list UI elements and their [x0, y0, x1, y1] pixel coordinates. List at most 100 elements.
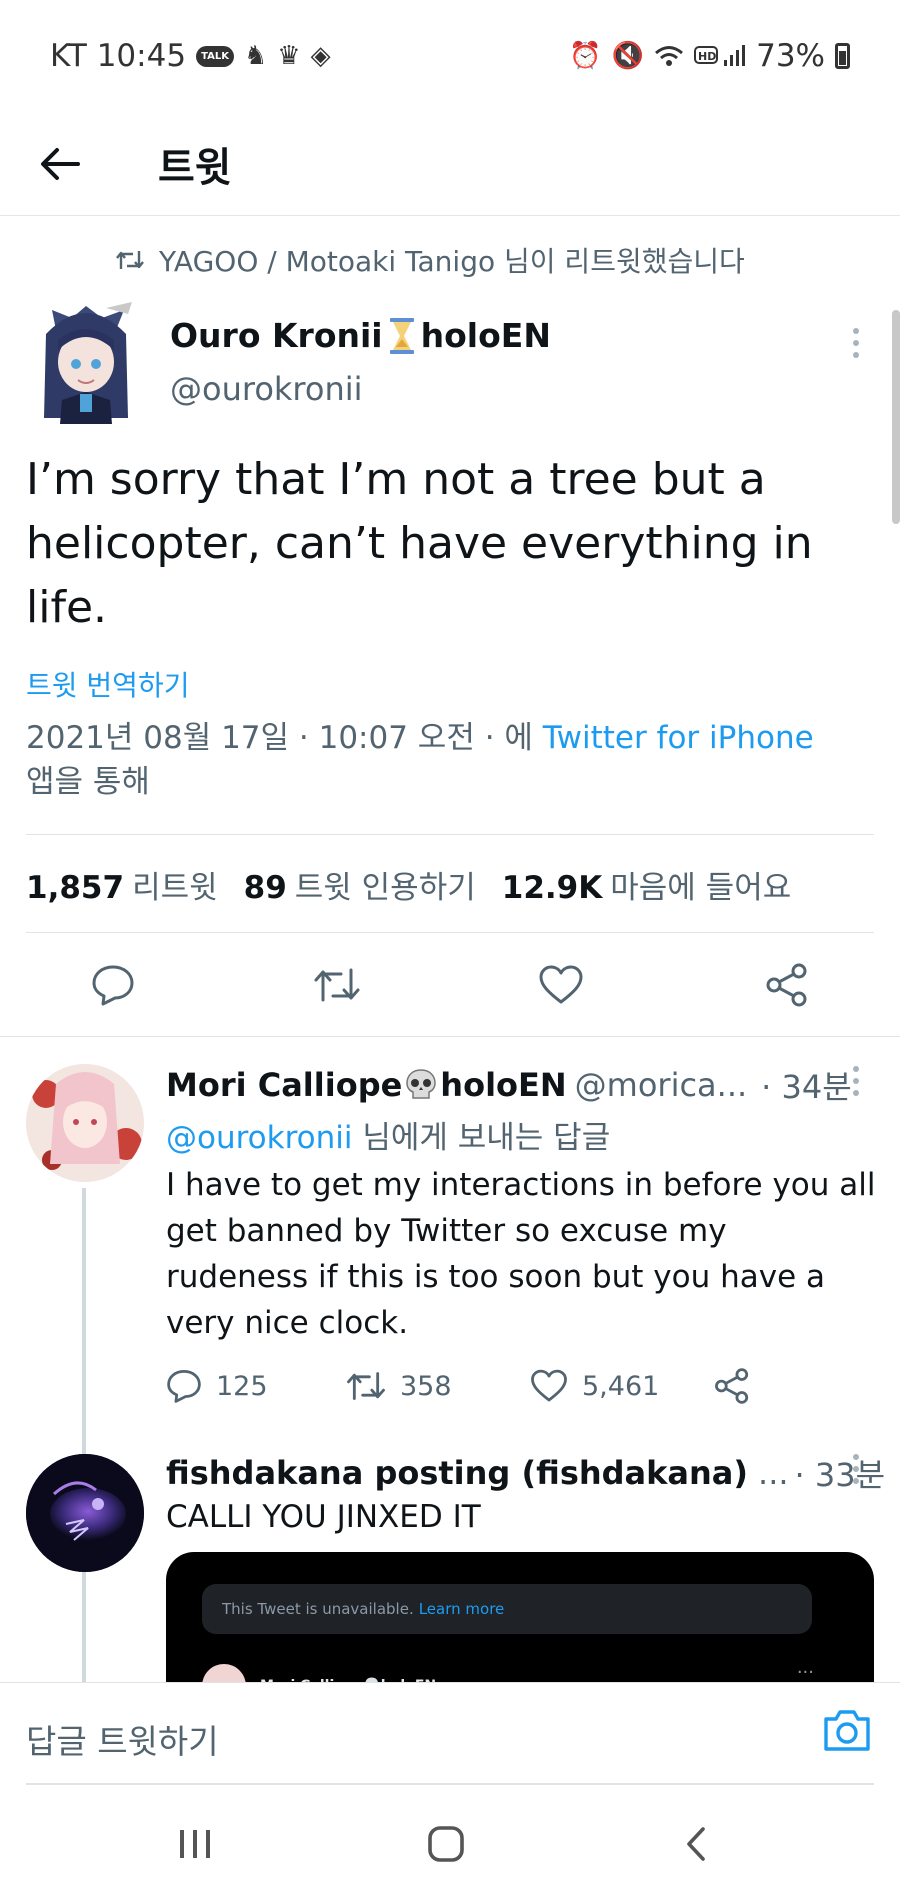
author-name-suffix: holoEN [420, 316, 551, 355]
reply-header: Mori Calliope holoEN @morica... · 34분 [166, 1062, 852, 1108]
share-icon [766, 963, 807, 1007]
reply-like-button[interactable]: 5,461 [530, 1369, 714, 1403]
like-stat[interactable]: 12.9K 마음에 들어요 [502, 862, 792, 907]
alarm-icon: ⏰ [569, 41, 602, 71]
reply-author-handle[interactable]: @morica... [575, 1066, 748, 1104]
scroll-indicator[interactable] [892, 310, 900, 524]
reply-more-button[interactable] [846, 1066, 866, 1096]
reply-icon [92, 965, 134, 1006]
mute-icon: 🔇 [611, 41, 645, 71]
reply-time: · 33분 [794, 1456, 886, 1494]
retweet-icon [347, 1372, 385, 1400]
divider [26, 932, 874, 933]
carrier-time: KT 10:45 [50, 38, 187, 74]
reply-action-bar: 125 358 5,461 [166, 1364, 750, 1408]
more-icon [853, 1454, 859, 1460]
reply-icon [167, 1370, 201, 1403]
like-icon [531, 1369, 567, 1402]
translate-link[interactable]: 트윗 번역하기 [26, 664, 189, 704]
reply-author-name[interactable]: Mori Calliope [166, 1066, 402, 1104]
wifi-icon [654, 44, 684, 68]
page-title: 트윗 [158, 144, 232, 191]
thread-line [82, 1188, 86, 1682]
top-app-bar: 트윗 [0, 112, 900, 216]
tweet-action-bar [0, 960, 900, 1010]
retweet-icon [314, 968, 360, 1002]
learn-more-link: Learn more [418, 1600, 505, 1618]
divider [26, 834, 874, 835]
camera-button[interactable] [822, 1707, 872, 1757]
tweet-via: 앱을 통해 [26, 764, 150, 800]
author-name-text: Ouro Kronii [170, 316, 383, 355]
unavailable-notice: This Tweet is unavailable. Learn more [202, 1584, 812, 1634]
reply-header: fishdakana posting (fishdakana) ... · 33… [166, 1450, 885, 1496]
hourglass-icon [389, 317, 414, 354]
reply-count: 125 [216, 1370, 268, 1402]
status-bar: KT 10:45 TALK ♞ ♛ ◈ ⏰ 🔇 HD 73% [0, 0, 900, 112]
reply-reply-button[interactable]: 125 [166, 1369, 346, 1403]
tweet-text: I’m sorry that I’m not a tree but a heli… [26, 454, 813, 633]
embedded-more-icon: ··· [796, 1662, 814, 1683]
tweet-meta: 2021년 08월 17일 · 10:07 오전 · 에 Twitter for… [26, 716, 876, 804]
compose-underline [26, 1783, 874, 1785]
more-icon [853, 328, 859, 334]
svg-text:HD: HD [698, 50, 716, 63]
reply-time: · 34분 [761, 1068, 852, 1106]
reply-text: I have to get my interactions in before … [166, 1167, 876, 1341]
battery-percent: 73% [756, 38, 825, 74]
crown-icon: ♛ [277, 41, 301, 71]
reply-share-button[interactable] [714, 1368, 750, 1404]
nav-back-icon [687, 1827, 705, 1861]
quote-stat[interactable]: 89 트윗 인용하기 [244, 862, 476, 907]
more-icon [853, 1066, 859, 1072]
battery-icon [835, 43, 850, 69]
kakaotalk-icon: TALK [196, 45, 234, 67]
retweet-button[interactable] [312, 960, 362, 1010]
like-icon [539, 965, 583, 1004]
reply-avatar-mori[interactable] [26, 1064, 144, 1182]
home-button[interactable] [416, 1814, 476, 1874]
tweet-stats: 1,857 리트윗 89 트윗 인용하기 12.9K 마음에 들어요 [26, 862, 791, 907]
author-avatar[interactable] [32, 300, 140, 426]
reply-avatar-fishdakana[interactable] [26, 1454, 144, 1572]
share-button[interactable] [762, 960, 812, 1010]
hd-signal-icon: HD [694, 43, 746, 69]
reply-compose-bar: 답글 트윗하기 [0, 1682, 900, 1786]
tweet-more-button[interactable] [846, 328, 866, 358]
reply-more-button[interactable] [846, 1454, 866, 1484]
home-icon [428, 1826, 464, 1862]
reply-to-mention[interactable]: @ourokronii [166, 1120, 353, 1156]
reply-to-suffix: 님에게 보내는 답글 [352, 1120, 611, 1156]
tweet-date: 2021년 08월 17일 · 10:07 오전 · 에 [26, 720, 543, 756]
diamond-icon: ◈ [310, 41, 331, 71]
like-count: 5,461 [582, 1370, 660, 1402]
recent-apps-icon [180, 1830, 210, 1858]
camera-icon [824, 1710, 870, 1751]
skull-icon [406, 1069, 437, 1099]
status-left: KT 10:45 TALK ♞ ♛ ◈ [50, 38, 331, 74]
system-back-button[interactable] [666, 1814, 726, 1874]
reply-retweet-button[interactable]: 358 [346, 1370, 530, 1402]
share-icon [715, 1368, 749, 1404]
retweet-context[interactable]: YAGOO / Motoaki Tanigo 님이 리트윗했습니다 [115, 240, 745, 280]
recent-apps-button[interactable] [165, 1814, 225, 1874]
retweet-stat[interactable]: 1,857 리트윗 [26, 862, 218, 907]
retweet-count: 358 [400, 1370, 452, 1402]
reply-author-name[interactable]: fishdakana posting (fishdakana) [166, 1454, 748, 1492]
author-handle[interactable]: @ourokronii [170, 370, 363, 408]
like-button[interactable] [536, 960, 586, 1010]
retweet-context-text: YAGOO / Motoaki Tanigo 님이 리트윗했습니다 [159, 245, 745, 278]
reply-compose-input[interactable]: 답글 트윗하기 [26, 1715, 219, 1763]
tweet-source-link[interactable]: Twitter for iPhone [543, 720, 814, 756]
reply-button[interactable] [88, 960, 138, 1010]
divider [0, 1036, 900, 1037]
system-nav-bar [0, 1786, 900, 1900]
reply-author-handle[interactable]: ... [758, 1454, 789, 1492]
reply-to-line: @ourokronii 님에게 보내는 답글 [166, 1112, 610, 1157]
app-notification-icon: ♞ [243, 41, 268, 71]
status-right: ⏰ 🔇 HD 73% [569, 38, 850, 74]
reply-text: CALLI YOU JINXED IT [166, 1499, 481, 1535]
author-name[interactable]: Ouro Kronii holoEN [170, 316, 551, 355]
reply-author-suffix[interactable]: holoEN [440, 1066, 566, 1104]
back-button[interactable] [30, 134, 90, 194]
